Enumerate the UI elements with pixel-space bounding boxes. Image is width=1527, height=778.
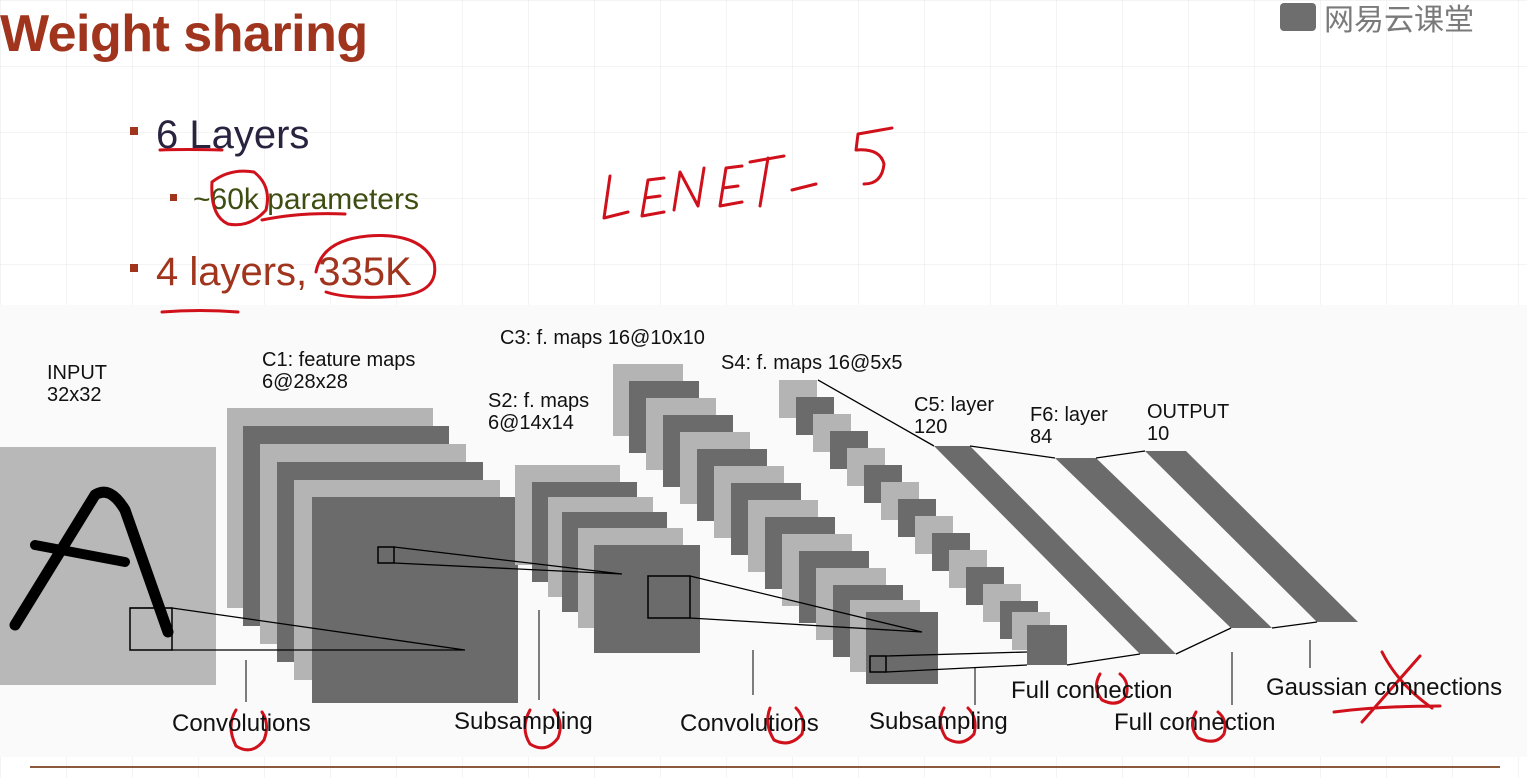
- op-subsampling-1: Subsampling: [454, 708, 593, 735]
- label-s4: S4: f. maps 16@5x5: [721, 352, 903, 374]
- lenet-diagram: [0, 126, 1442, 752]
- circle-60k: [210, 169, 269, 227]
- circle-335k: [314, 234, 437, 299]
- label-output: OUTPUT 10: [1147, 401, 1230, 445]
- label-c3: C3: f. maps 16@10x10: [500, 327, 705, 349]
- op-full-connection-1: Full connection: [1011, 677, 1173, 704]
- label-s2: S2: f. maps 6@14x14: [488, 390, 590, 434]
- underline-4: [160, 309, 240, 314]
- op-gaussian-connections: Gaussian connections: [1266, 674, 1503, 701]
- c1-feature-maps: [227, 408, 518, 703]
- lenet-letter-e2: [718, 164, 744, 208]
- s2-feature-maps: [515, 465, 700, 653]
- lenet-letter-e1: [640, 176, 666, 218]
- underline-params: [260, 212, 347, 222]
- lenet-dash: [790, 182, 818, 192]
- label-c1: C1: feature maps 6@28x28: [262, 349, 416, 393]
- label-f6: F6: layer 84: [1030, 404, 1108, 448]
- op-convolutions-2: Convolutions: [680, 710, 819, 737]
- lenet-digit-5: [854, 126, 894, 186]
- lenet-letter-n: [672, 166, 706, 212]
- op-subsampling-2: Subsampling: [869, 708, 1008, 735]
- op-full-connection-2: Full connection: [1114, 709, 1276, 736]
- op-convolutions-1: Convolutions: [172, 710, 311, 737]
- lenet-letter-l: [602, 174, 630, 220]
- input-image: [0, 447, 216, 685]
- label-input: INPUT 32x32: [47, 362, 107, 406]
- underline-6: [158, 148, 224, 152]
- lenet-letter-t: [748, 154, 786, 208]
- footer-rule: [30, 766, 1500, 768]
- label-c5: C5: layer 120: [914, 394, 995, 438]
